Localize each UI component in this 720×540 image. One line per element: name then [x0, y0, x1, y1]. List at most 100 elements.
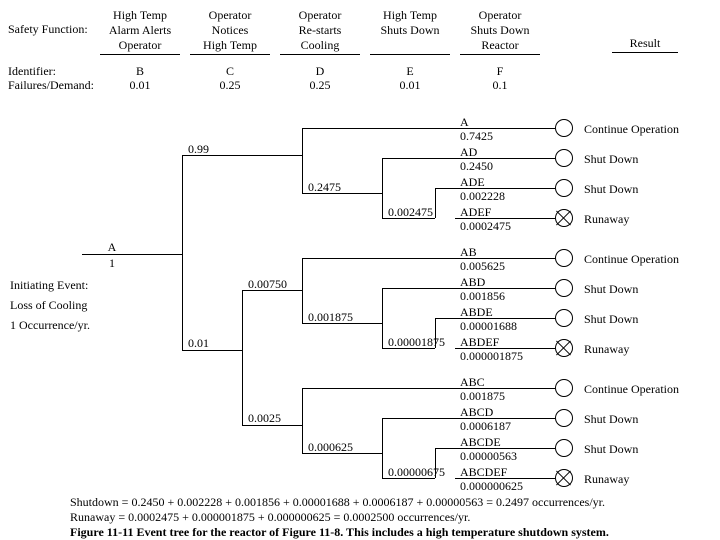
branch	[182, 350, 242, 351]
out-7-val: 0.00001688	[460, 319, 517, 334]
out-6-res: Shut Down	[584, 282, 638, 297]
out-11-symbol	[555, 439, 573, 457]
out-10-val: 0.0006187	[460, 419, 511, 434]
branch	[302, 323, 382, 324]
init-event-rate: 1 Occurrence/yr.	[10, 318, 90, 333]
c-fail-val: 0.0025	[248, 411, 281, 426]
leader	[535, 478, 555, 479]
branch	[435, 188, 455, 189]
out-3-val: 0.002228	[460, 189, 505, 204]
out-8-res: Runaway	[584, 342, 629, 357]
safety-function-label: Safety Function:	[8, 22, 88, 37]
b-fail-val: 0.01	[188, 336, 209, 351]
col-E-id: E	[370, 64, 450, 79]
branch	[182, 155, 183, 350]
branch	[435, 448, 455, 449]
branch	[435, 188, 436, 218]
branch	[302, 388, 455, 389]
out-6-seq: ABD	[460, 275, 485, 290]
out-12-x-icon	[555, 469, 573, 487]
branch	[242, 425, 302, 426]
out-1-res: Continue Operation	[584, 122, 679, 137]
branch	[182, 155, 302, 156]
out-4-val: 0.0002475	[460, 219, 511, 234]
col-E-fn: High Temp Shuts Down	[370, 8, 450, 38]
branch	[435, 318, 436, 348]
col-F-underline	[460, 54, 540, 55]
summary-runaway: Runaway = 0.0002475 + 0.000001875 + 0.00…	[70, 510, 470, 525]
out-5-val: 0.005625	[460, 259, 505, 274]
branch	[242, 290, 243, 425]
out-3-symbol	[555, 179, 573, 197]
out-2-seq: AD	[460, 145, 477, 160]
out-1-symbol	[555, 119, 573, 137]
leader	[535, 128, 555, 129]
out-5-seq: AB	[460, 245, 477, 260]
branch	[302, 128, 455, 129]
col-D-id: D	[280, 64, 360, 79]
out-4-x-icon	[555, 209, 573, 227]
col-C-fd: 0.25	[190, 78, 270, 93]
out-7-symbol	[555, 309, 573, 327]
out-10-seq: ABCD	[460, 405, 493, 420]
branch	[242, 290, 302, 291]
result-label: Result	[610, 36, 680, 51]
out-11-res: Shut Down	[584, 442, 638, 457]
out-1-val: 0.7425	[460, 129, 493, 144]
leader	[535, 218, 555, 219]
out-12-val: 0.000000625	[460, 479, 523, 494]
out-6-val: 0.001856	[460, 289, 505, 304]
leader	[535, 448, 555, 449]
col-E-underline	[370, 54, 450, 55]
col-E-fd: 0.01	[370, 78, 450, 93]
branch	[382, 418, 455, 419]
branch	[382, 288, 455, 289]
branch	[302, 258, 303, 323]
event-tree-figure: { "header": { "safety_function_label": "…	[0, 0, 720, 540]
out-9-val: 0.001875	[460, 389, 505, 404]
branch	[382, 478, 435, 479]
failures-label: Failures/Demand:	[8, 78, 94, 93]
out-5-res: Continue Operation	[584, 252, 679, 267]
col-F-fd: 0.1	[460, 78, 540, 93]
branch	[142, 254, 182, 255]
col-F-id: F	[460, 64, 540, 79]
out-11-seq: ABCDE	[460, 435, 501, 450]
out-7-seq: ABDE	[460, 305, 493, 320]
init-event-desc: Loss of Cooling	[10, 298, 87, 313]
out-12-seq: ABCDEF	[460, 465, 507, 480]
branch	[382, 418, 383, 478]
leader	[535, 418, 555, 419]
out-11-val: 0.00000563	[460, 449, 517, 464]
out-6-symbol	[555, 279, 573, 297]
leader	[535, 158, 555, 159]
branch	[382, 348, 435, 349]
leader	[535, 348, 555, 349]
init-event-label: Initiating Event:	[10, 278, 88, 293]
branch	[382, 158, 455, 159]
col-D-underline	[280, 54, 360, 55]
init-underline	[82, 254, 142, 255]
leader	[535, 288, 555, 289]
col-C-underline	[190, 54, 270, 55]
leader	[535, 318, 555, 319]
out-9-res: Continue Operation	[584, 382, 679, 397]
init-val: 1	[82, 256, 142, 271]
out-10-symbol	[555, 409, 573, 427]
out-8-seq: ABDEF	[460, 335, 499, 350]
out-9-seq: ABC	[460, 375, 485, 390]
branch	[302, 388, 303, 453]
summary-shutdown: Shutdown = 0.2450 + 0.002228 + 0.001856 …	[70, 495, 605, 510]
branch	[302, 193, 382, 194]
col-C-fn: Operator Notices High Temp	[190, 8, 270, 53]
out-2-val: 0.2450	[460, 159, 493, 174]
leader	[535, 258, 555, 259]
col-B-fd: 0.01	[100, 78, 180, 93]
out-8-val: 0.000001875	[460, 349, 523, 364]
col-B-underline	[100, 54, 180, 55]
col-D-fd: 0.25	[280, 78, 360, 93]
leader	[535, 388, 555, 389]
out-2-res: Shut Down	[584, 152, 638, 167]
col-B-fn: High Temp Alarm Alerts Operator	[100, 8, 180, 53]
col-C-id: C	[190, 64, 270, 79]
